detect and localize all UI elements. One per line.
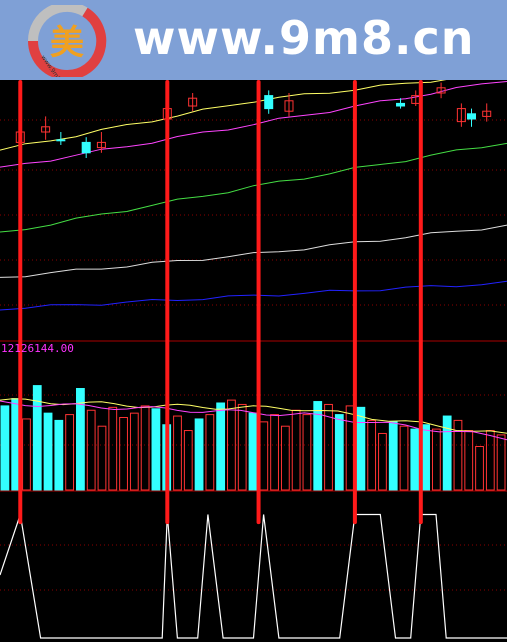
volume-bar [388, 421, 398, 491]
volume-bar [140, 405, 150, 491]
volume-bar [345, 405, 355, 491]
candle-body [396, 102, 406, 107]
volume-bar [108, 406, 118, 491]
volume-bar [43, 412, 53, 491]
volume-bar [65, 414, 75, 491]
volume-bar [280, 425, 290, 491]
volume-bar [237, 403, 247, 491]
volume-bar [248, 412, 258, 491]
signal-line [0, 513, 507, 639]
volume-bar [54, 419, 64, 491]
volume-bar [86, 409, 96, 491]
volume-bar [183, 430, 193, 491]
volume-bar [475, 446, 484, 491]
volume-bar [410, 428, 420, 491]
volume-axis-max-label: 12126144.00 [1, 342, 74, 355]
volume-bar [173, 415, 182, 491]
volume-bar [485, 430, 495, 491]
volume-bar [334, 414, 344, 491]
price-ma-line-2 [0, 81, 507, 168]
logo-character: 美 [50, 23, 84, 63]
volume-bar [378, 432, 387, 491]
volume-bar [97, 425, 107, 491]
volume-bar [194, 418, 204, 491]
volume-bar [119, 417, 128, 491]
volume-bar [356, 406, 366, 491]
volume-bar [22, 418, 31, 491]
chart-canvas [0, 72, 507, 639]
volume-bar [399, 425, 409, 491]
watermark-banner: 美 www.9m8.cn www.9m8.cn [0, 0, 507, 80]
volume-bar [151, 408, 161, 491]
stock-chart-screenshot: 美 www.9m8.cn www.9m8.cn 12126144.00 [0, 0, 507, 642]
candle-body [264, 95, 274, 110]
volume-bar [129, 412, 139, 491]
volume-bar [270, 414, 279, 491]
price-ma-line-3 [0, 142, 507, 233]
volume-bar [0, 405, 10, 491]
volume-bar [367, 419, 377, 491]
candle-body [81, 141, 91, 154]
site-url-text: www.9m8.cn [133, 11, 475, 65]
volume-bar [431, 428, 441, 491]
volume-bar [496, 434, 506, 491]
candle-body [56, 139, 66, 142]
volume-bar [421, 424, 430, 491]
price-ma-line-4 [0, 224, 507, 278]
price-ma-line-1 [0, 72, 507, 151]
volume-bar [291, 409, 301, 491]
volume-bar [205, 414, 215, 491]
candle-body [467, 113, 477, 120]
site-logo-icon: 美 www.9m8.cn [27, 5, 107, 77]
volume-bar [259, 421, 269, 491]
volume-bar [302, 414, 312, 491]
volume-bar [464, 430, 474, 491]
volume-bar [216, 402, 226, 491]
price-ma-line-5 [0, 280, 507, 311]
